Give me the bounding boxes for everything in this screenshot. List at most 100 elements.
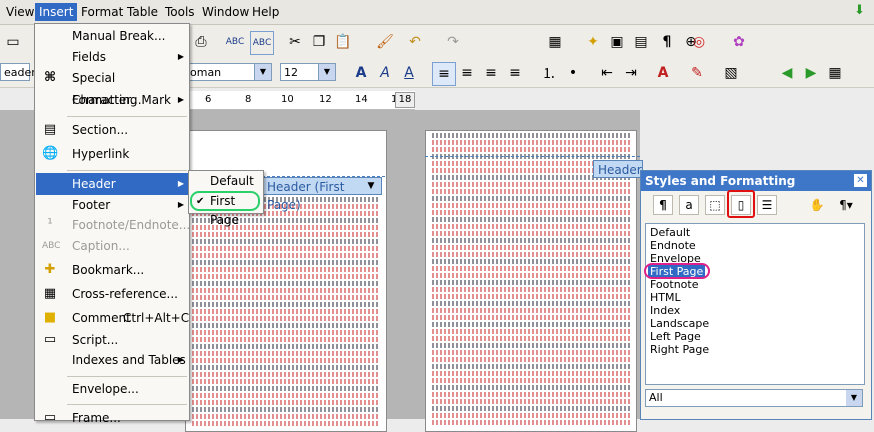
submenu-item-default[interactable]: Default	[190, 172, 262, 191]
menu-item-comment[interactable]: ■ Comment Ctrl+Alt+C	[36, 307, 189, 329]
save-icon[interactable]: ▭	[2, 31, 24, 53]
menu-item-fields[interactable]: Fields ▶	[36, 46, 188, 68]
numbering-icon[interactable]: ⒈	[538, 62, 560, 84]
menu-item-label: Manual Break...	[72, 29, 166, 43]
text-line	[192, 421, 380, 426]
format-paintbrush-icon[interactable]: 🖌	[374, 31, 396, 53]
table-icon[interactable]: ▦	[544, 31, 566, 53]
update-arrow-icon[interactable]: ⬇	[854, 4, 868, 18]
menu-help[interactable]: Help	[248, 3, 283, 21]
extension-icon[interactable]: ✿	[728, 31, 750, 53]
style-item[interactable]: Index	[650, 304, 680, 317]
menu-item-hyperlink[interactable]: 🌐 Hyperlink	[36, 143, 188, 165]
datasource-icon[interactable]: ▤	[630, 31, 652, 53]
menu-view[interactable]: View	[2, 3, 38, 21]
italic-icon[interactable]: A	[374, 62, 396, 84]
character-styles-icon[interactable]: a	[679, 195, 699, 215]
horizontal-ruler[interactable]: 6 8 10 12 14 16 18	[185, 91, 415, 110]
new-style-icon[interactable]: ¶▾	[831, 195, 861, 215]
style-item[interactable]: Right Page	[650, 343, 709, 356]
menu-format[interactable]: Format	[77, 3, 127, 21]
style-item[interactable]: Left Page	[650, 330, 701, 343]
chevron-down-icon[interactable]: ▼	[363, 178, 379, 194]
menu-item-formatting-mark[interactable]: Formatting Mark ▶	[36, 89, 188, 111]
menu-insert[interactable]: Insert	[35, 3, 78, 21]
arrow-left-icon[interactable]: ◀	[776, 62, 798, 84]
align-center-icon[interactable]: ≡	[456, 62, 478, 84]
font-name-combo[interactable]: oman ▼	[186, 63, 272, 81]
autospellcheck-icon[interactable]: ABC	[250, 31, 274, 55]
menu-item-frame[interactable]: ▭ Frame...	[36, 407, 188, 429]
background-color-icon[interactable]: ▧	[720, 62, 742, 84]
redo-icon[interactable]: ↷	[442, 31, 464, 53]
help-icon[interactable]: ◎	[688, 31, 710, 53]
highlighting-icon[interactable]: ✎	[686, 62, 708, 84]
menu-item-footnote[interactable]: ¹ Footnote/Endnote...	[36, 214, 190, 236]
text-line	[192, 239, 380, 244]
menu-item-label: Indexes and Tables	[72, 353, 186, 367]
spellcheck-icon[interactable]: ABC	[224, 31, 246, 53]
navigator-icon[interactable]: ✦	[582, 31, 604, 53]
align-right-icon[interactable]: ≡	[480, 62, 502, 84]
text-line	[432, 210, 630, 215]
style-item[interactable]: Landscape	[650, 317, 709, 330]
style-item[interactable]: Endnote	[650, 239, 696, 252]
style-item[interactable]: HTML	[650, 291, 681, 304]
cut-icon[interactable]: ✂	[284, 31, 306, 53]
menu-tools[interactable]: Tools	[161, 3, 199, 21]
menu-table[interactable]: Table	[123, 3, 162, 21]
decrease-indent-icon[interactable]: ⇤	[596, 62, 618, 84]
paragraph-style-combo[interactable]: eader	[0, 63, 36, 81]
paragraph-styles-icon[interactable]: ¶	[653, 195, 673, 215]
menu-item-manual-break[interactable]: Manual Break...	[36, 25, 188, 47]
frame-styles-icon[interactable]: ⬚	[705, 195, 725, 215]
menu-item-caption[interactable]: ABC Caption...	[36, 235, 188, 257]
menu-item-header[interactable]: Header ▶	[36, 173, 188, 195]
chevron-down-icon[interactable]: ▼	[846, 390, 862, 406]
menu-window[interactable]: Window	[198, 3, 253, 21]
chevron-down-icon[interactable]: ▼	[254, 64, 271, 80]
text-line	[432, 336, 630, 341]
menu-item-special-character[interactable]: ⌘ Special Character...	[36, 67, 188, 107]
bullets-icon[interactable]: •	[562, 62, 584, 84]
increase-indent-icon[interactable]: ⇥	[620, 62, 642, 84]
text-line	[432, 371, 630, 376]
footnote-icon: ¹	[47, 217, 53, 232]
text-line	[432, 399, 630, 404]
font-size-combo[interactable]: 12 ▼	[280, 63, 336, 81]
arrow-right-icon[interactable]: ▶	[800, 62, 822, 84]
style-item[interactable]: Footnote	[650, 278, 699, 291]
header-default-tab[interactable]: Header (De	[593, 160, 643, 178]
menu-item-indexes-tables[interactable]: Indexes and Tables ▶	[36, 349, 188, 371]
ruler-number: 14	[355, 94, 368, 105]
close-icon[interactable]: ✕	[854, 174, 867, 187]
menu-item-section[interactable]: ▤ Section...	[36, 119, 188, 141]
menu-item-bookmark[interactable]: ✚ Bookmark...	[36, 259, 188, 281]
menu-item-footer[interactable]: Footer ▶	[36, 194, 188, 216]
header-first-page-tab[interactable]: Header (First Page) ▼	[262, 177, 382, 212]
print-preview-icon[interactable]: ⎙	[190, 31, 212, 53]
paste-icon[interactable]: 📋	[332, 31, 354, 53]
gallery-icon[interactable]: ▣	[606, 31, 628, 53]
paragraph-icon[interactable]: ▦	[824, 62, 846, 84]
text-line	[192, 379, 380, 384]
undo-icon[interactable]: ↶	[404, 31, 426, 53]
submenu-arrow-icon: ▶	[177, 355, 184, 364]
list-styles-icon[interactable]: ☰	[757, 195, 777, 215]
menu-item-cross-reference[interactable]: ▦ Cross-reference...	[36, 283, 188, 305]
nonprinting-chars-icon[interactable]: ¶	[656, 31, 678, 53]
style-filter-select[interactable]: All ▼	[645, 389, 863, 407]
copy-icon[interactable]: ❐	[308, 31, 330, 53]
menu-item-script[interactable]: ▭ Script...	[36, 329, 188, 351]
text-line	[432, 350, 630, 355]
chevron-down-icon[interactable]: ▼	[318, 64, 335, 80]
font-color-icon[interactable]: A	[652, 62, 674, 84]
style-item[interactable]: Default	[650, 226, 690, 239]
fill-format-icon[interactable]: ✋	[807, 195, 827, 215]
align-left-icon[interactable]: ≡	[432, 62, 456, 86]
styles-list[interactable]: Default Endnote Envelope First Page Foot…	[645, 223, 865, 385]
bold-icon[interactable]: A	[350, 62, 372, 84]
underline-icon[interactable]: A	[398, 62, 420, 84]
menu-item-envelope[interactable]: Envelope...	[36, 378, 188, 400]
justify-icon[interactable]: ≡	[504, 62, 526, 84]
